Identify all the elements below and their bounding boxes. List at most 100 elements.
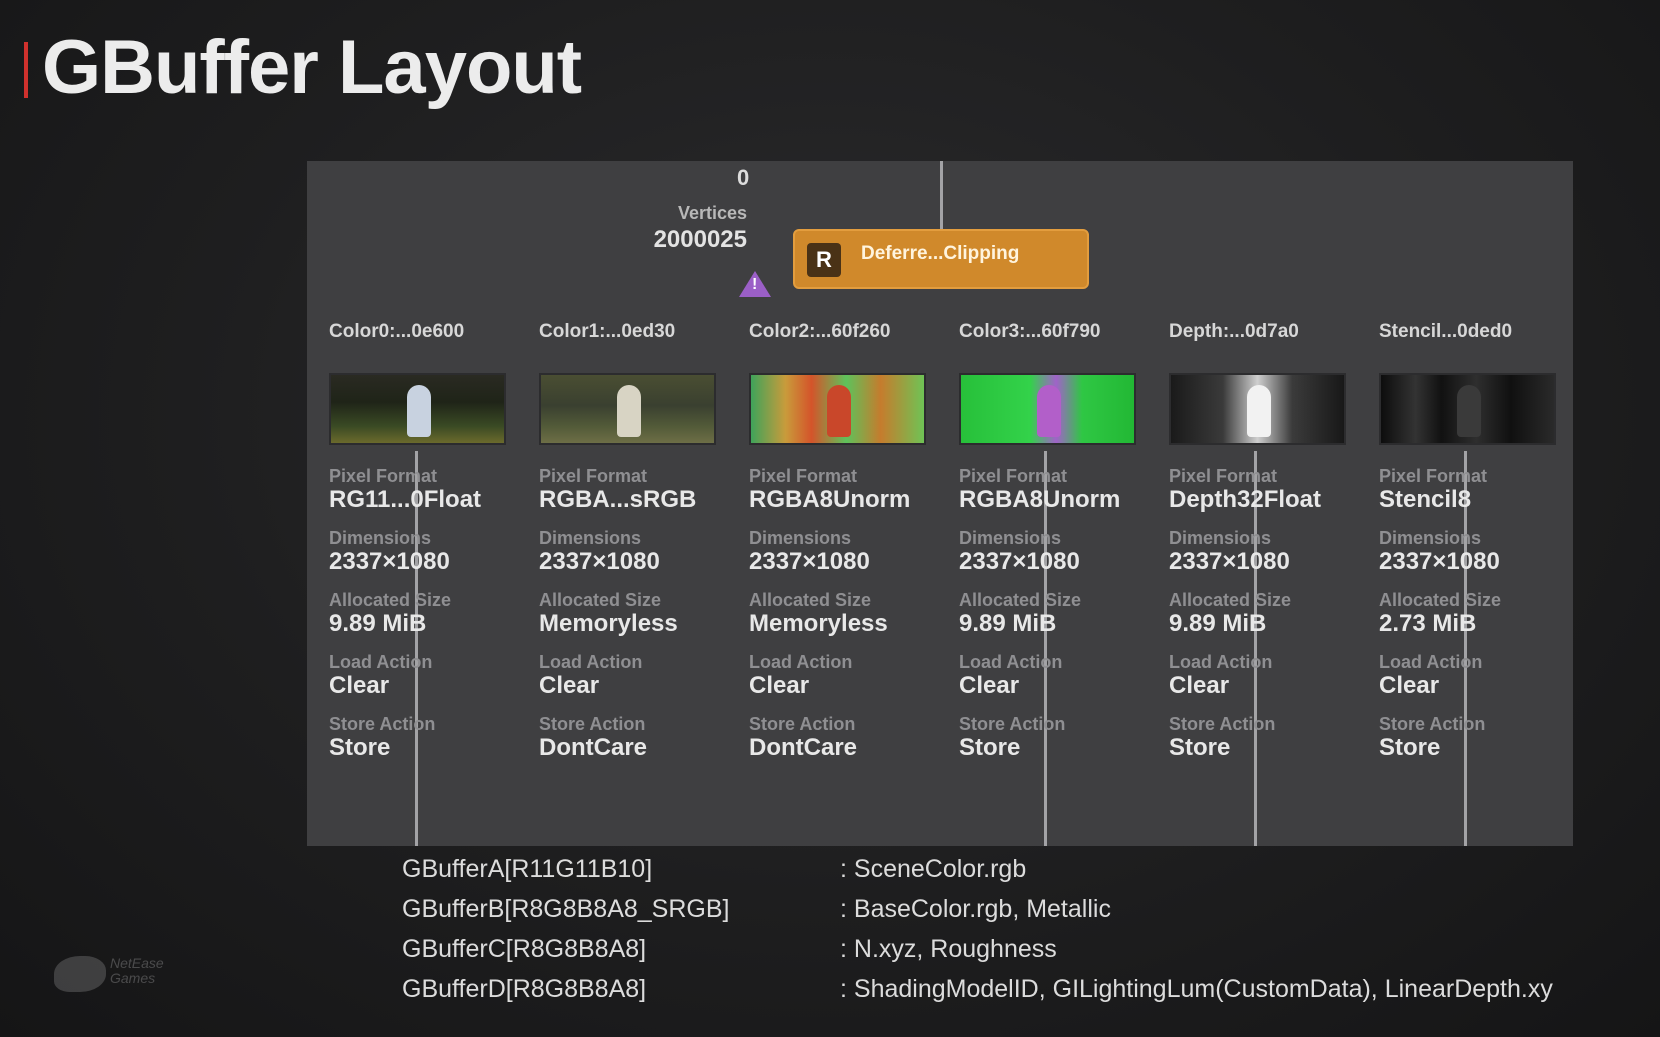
legend-buffer: GBufferC[R8G8B8A8] [402,935,647,963]
allocated-size-label: Allocated Size [959,590,1082,610]
character-figure [1457,385,1481,437]
attachment-name: Color3:...60f790 [959,321,1101,342]
store-action-label: Store Action [329,714,436,734]
pixel-format-value: RGBA...sRGB [539,486,697,513]
attachment-name: Stencil...0ded0 [1379,321,1513,342]
legend-content: : N.xyz, Roughness [840,935,1057,963]
store-action-value: Store [1379,734,1441,761]
attachment-name: Depth:...0d7a0 [1169,321,1299,342]
warning-icon[interactable] [739,271,771,297]
render-pass-node[interactable]: R Deferre...Clipping [793,229,1089,289]
allocated-size-value: 9.89 MiB [1169,610,1267,637]
dimensions-label: Dimensions [329,528,432,548]
dimensions-label: Dimensions [749,528,852,548]
load-action-label: Load Action [749,652,853,672]
load-action-label: Load Action [959,652,1063,672]
allocated-size-value: Memoryless [749,610,888,637]
allocated-size-value: 9.89 MiB [959,610,1057,637]
store-action-label: Store Action [749,714,856,734]
attachment-thumbnail[interactable] [1169,373,1346,445]
store-action-label: Store Action [959,714,1066,734]
character-figure [827,385,851,437]
attachment-thumbnail[interactable] [1379,373,1556,445]
logo-text: NetEase Games [110,956,164,986]
render-pass-badge: R [807,243,841,277]
legend-buffer: GBufferB[R8G8B8A8_SRGB] [402,895,730,923]
dimensions-value: 2337×1080 [749,548,870,575]
pixel-format-value: Stencil8 [1379,486,1472,513]
load-action-value: Clear [539,672,600,699]
pixel-format-label: Pixel Format [539,466,648,486]
character-figure [1247,385,1271,437]
store-action-value: DontCare [749,734,858,761]
pixel-format-label: Pixel Format [1379,466,1488,486]
allocated-size-label: Allocated Size [749,590,872,610]
store-action-value: Store [1169,734,1231,761]
load-action-value: Clear [749,672,810,699]
pixel-format-label: Pixel Format [1169,466,1278,486]
allocated-size-value: 2.73 MiB [1379,610,1477,637]
attachment-name: Color1:...0ed30 [539,321,676,342]
dimensions-label: Dimensions [539,528,642,548]
legend-buffer: GBufferD[R8G8B8A8] [402,975,647,1003]
character-figure [407,385,431,437]
load-action-label: Load Action [539,652,643,672]
dimensions-value: 2337×1080 [1379,548,1500,575]
pixel-format-label: Pixel Format [329,466,438,486]
character-figure [617,385,641,437]
allocated-size-value: Memoryless [539,610,678,637]
dimensions-value: 2337×1080 [329,548,450,575]
legend-buffer: GBufferA[R11G11B10] [402,855,653,883]
attachment-thumbnail[interactable] [749,373,926,445]
dimensions-value: 2337×1080 [959,548,1080,575]
pixel-format-value: RGBA8Unorm [959,486,1121,513]
load-action-value: Clear [1169,672,1230,699]
load-action-label: Load Action [1379,652,1483,672]
attachment-thumbnail[interactable] [329,373,506,445]
pixel-format-value: Depth32Float [1169,486,1322,513]
netease-games-logo: NetEase Games [54,950,184,998]
allocated-size-label: Allocated Size [1379,590,1502,610]
logo-line2: Games [110,970,156,986]
store-action-label: Store Action [1379,714,1486,734]
load-action-value: Clear [1379,672,1440,699]
vertices-label: Vertices [677,203,747,223]
logo-line1: NetEase [110,955,164,971]
dimensions-value: 2337×1080 [539,548,660,575]
gpu-capture-panel: 0 Vertices 2000025 R Deferre...Clipping … [307,161,1573,846]
legend-content: : ShadingModelID, GILightingLum(CustomDa… [840,975,1553,1003]
slide-title: GBuffer Layout [42,25,582,110]
legend-content: : SceneColor.rgb [840,855,1027,883]
store-action-value: Store [959,734,1021,761]
vertices-value: 2000025 [653,226,747,253]
store-action-value: Store [329,734,391,761]
character-figure [1037,385,1061,437]
dimensions-label: Dimensions [1379,528,1482,548]
store-action-value: DontCare [539,734,648,761]
load-action-value: Clear [959,672,1020,699]
pixel-format-label: Pixel Format [749,466,858,486]
pixel-format-value: RGBA8Unorm [749,486,911,513]
pixel-format-value: RG11...0Float [329,486,482,513]
attachment-name: Color2:...60f260 [749,321,891,342]
dimensions-label: Dimensions [1169,528,1272,548]
legend-content: : BaseColor.rgb, Metallic [840,895,1111,923]
timeline-zero-label: 0 [737,165,750,190]
logo-mark-icon [54,956,106,992]
load-action-value: Clear [329,672,390,699]
allocated-size-value: 9.89 MiB [329,610,427,637]
attachment-name: Color0:...0e600 [329,321,465,342]
attachment-thumbnail[interactable] [959,373,1136,445]
attachment-thumbnail[interactable] [539,373,716,445]
allocated-size-label: Allocated Size [329,590,452,610]
render-pass-name: Deferre...Clipping [861,243,1020,264]
dimensions-value: 2337×1080 [1169,548,1290,575]
pixel-format-label: Pixel Format [959,466,1068,486]
store-action-label: Store Action [1169,714,1276,734]
allocated-size-label: Allocated Size [539,590,662,610]
store-action-label: Store Action [539,714,646,734]
load-action-label: Load Action [1169,652,1273,672]
load-action-label: Load Action [329,652,433,672]
allocated-size-label: Allocated Size [1169,590,1292,610]
title-accent-bar [24,42,28,98]
